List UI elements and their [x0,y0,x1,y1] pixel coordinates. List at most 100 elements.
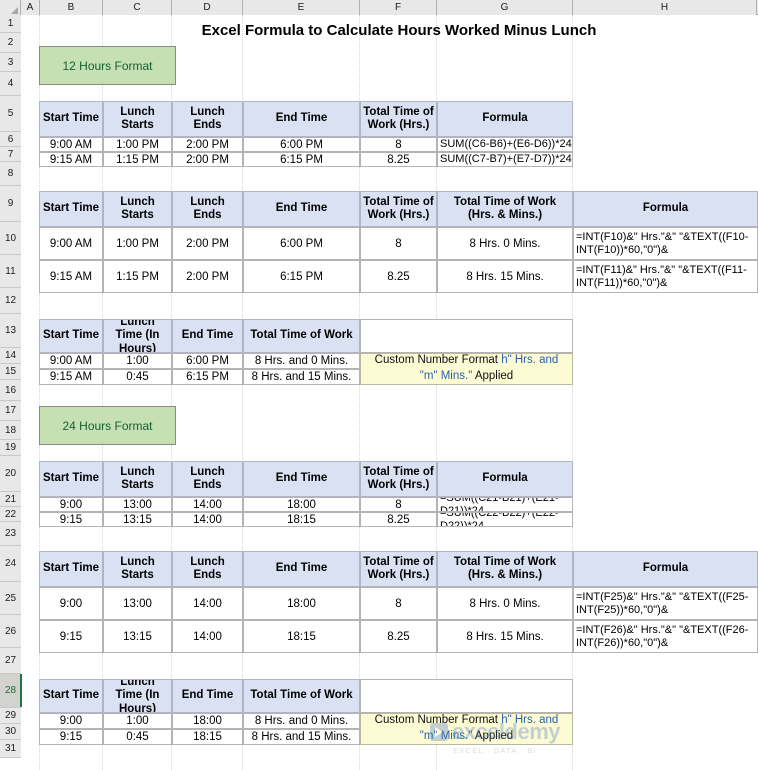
row-header-31[interactable]: 31 [0,740,21,758]
cell-total-hours[interactable]: 8.25 [360,620,437,653]
cell-start-time[interactable]: 9:15 AM [39,260,103,293]
cell-lunch-starts[interactable]: 13:15 [103,512,172,527]
cell-lunch-starts[interactable]: 13:15 [103,620,172,653]
cell-start-time[interactable]: 9:15 [39,729,103,745]
cell-lunch-ends[interactable]: 14:00 [172,587,243,620]
cell-lunch-starts[interactable]: 13:00 [103,497,172,512]
cell-formula[interactable]: =INT(F25)&" Hrs."&" "&TEXT((F25-INT(F25)… [573,587,758,620]
cell-end-time[interactable]: 6:15 PM [172,369,243,385]
cell-start-time[interactable]: 9:00 AM [39,227,103,260]
cell-formula[interactable]: SUM((C7-B7)+(E7-D7))*24 [437,152,573,167]
row-header-7[interactable]: 7 [0,147,21,162]
row-header-9[interactable]: 9 [0,186,21,222]
cell-start-time[interactable]: 9:15 [39,512,103,527]
row-header-28[interactable]: 28 [0,674,22,708]
cell-total-hrs-mins[interactable]: 8 Hrs. 0 Mins. [437,587,573,620]
cell-total-hours[interactable]: 8 [360,137,437,152]
row-header-27[interactable]: 27 [0,648,21,674]
cell-total-of-work[interactable]: 8 Hrs. and 0 Mins. [243,713,360,729]
cell-lunch-ends[interactable]: 2:00 PM [172,152,243,167]
row-header-14[interactable]: 14 [0,348,21,364]
row-header-29[interactable]: 29 [0,708,21,724]
cell-end-time[interactable]: 6:00 PM [172,353,243,369]
cell-total-of-work[interactable]: 8 Hrs. and 0 Mins. [243,353,360,369]
cell-start-time[interactable]: 9:00 AM [39,353,103,369]
row-header-10[interactable]: 10 [0,222,21,255]
cell-total-hours[interactable]: 8 [360,497,437,512]
select-all-corner[interactable] [0,0,21,15]
cell-total-hours[interactable]: 8.25 [360,260,437,293]
cell-end-time[interactable]: 6:00 PM [243,227,360,260]
row-header-5[interactable]: 5 [0,96,21,132]
row-header-17[interactable]: 17 [0,401,21,421]
cell-lunch-time[interactable]: 0:45 [103,369,172,385]
cell-start-time[interactable]: 9:15 AM [39,369,103,385]
row-header-12[interactable]: 12 [0,288,21,314]
cell-total-hours[interactable]: 8.25 [360,152,437,167]
row-header-2[interactable]: 2 [0,33,21,53]
cell-formula[interactable]: =INT(F11)&" Hrs."&" "&TEXT((F11-INT(F11)… [573,260,758,293]
row-header-16[interactable]: 16 [0,380,21,401]
cell-lunch-ends[interactable]: 14:00 [172,620,243,653]
cell-end-time[interactable]: 6:15 PM [243,260,360,293]
row-header-23[interactable]: 23 [0,522,21,546]
cell-start-time[interactable]: 9:00 [39,713,103,729]
row-header-20[interactable]: 20 [0,456,21,492]
row-header-6[interactable]: 6 [0,132,21,147]
column-header-E[interactable]: E [243,0,360,15]
row-header-19[interactable]: 19 [0,440,21,456]
column-header-B[interactable]: B [40,0,103,15]
cell-lunch-ends[interactable]: 14:00 [172,497,243,512]
column-header-F[interactable]: F [360,0,437,15]
cell-total-hours[interactable]: 8 [360,587,437,620]
row-header-30[interactable]: 30 [0,724,21,740]
cell-start-time[interactable]: 9:00 [39,497,103,512]
cell-lunch-starts[interactable]: 1:15 PM [103,152,172,167]
cell-end-time[interactable]: 18:00 [243,587,360,620]
cell-lunch-time[interactable]: 1:00 [103,713,172,729]
column-header-C[interactable]: C [103,0,172,15]
cell-end-time[interactable]: 18:15 [172,729,243,745]
cell-formula[interactable]: SUM((C6-B6)+(E6-D6))*24 [437,137,573,152]
cell-start-time[interactable]: 9:15 AM [39,152,103,167]
row-header-25[interactable]: 25 [0,582,21,615]
column-header-D[interactable]: D [172,0,243,15]
cell-formula[interactable]: =INT(F26)&" Hrs."&" "&TEXT((F26-INT(F26)… [573,620,758,653]
cell-end-time[interactable]: 18:15 [243,512,360,527]
column-header-H[interactable]: H [573,0,757,15]
cell-total-hrs-mins[interactable]: 8 Hrs. 15 Mins. [437,620,573,653]
cell-lunch-ends[interactable]: 2:00 PM [172,227,243,260]
row-header-13[interactable]: 13 [0,314,21,348]
row-header-15[interactable]: 15 [0,364,21,380]
row-header-3[interactable]: 3 [0,53,21,72]
cell-total-of-work[interactable]: 8 Hrs. and 15 Mins. [243,369,360,385]
cell-formula[interactable]: =SUM((C22-B22)+(E22-D22))*24 [437,512,573,527]
cell-start-time[interactable]: 9:00 [39,587,103,620]
cell-total-hrs-mins[interactable]: 8 Hrs. 0 Mins. [437,227,573,260]
row-header-4[interactable]: 4 [0,72,21,96]
row-header-8[interactable]: 8 [0,162,21,186]
column-header-A[interactable]: A [21,0,40,15]
cell-end-time[interactable]: 6:00 PM [243,137,360,152]
cell-formula[interactable]: =SUM((C21-B21)+(E21-D21))*24 [437,497,573,512]
cell-lunch-starts[interactable]: 1:00 PM [103,227,172,260]
cell-total-hours[interactable]: 8 [360,227,437,260]
cell-lunch-time[interactable]: 0:45 [103,729,172,745]
row-header-1[interactable]: 1 [0,15,21,33]
cell-lunch-ends[interactable]: 2:00 PM [172,260,243,293]
row-header-22[interactable]: 22 [0,507,21,522]
cell-start-time[interactable]: 9:00 AM [39,137,103,152]
cell-lunch-starts[interactable]: 1:15 PM [103,260,172,293]
cell-end-time[interactable]: 18:00 [243,497,360,512]
column-header-G[interactable]: G [437,0,573,15]
cell-total-hrs-mins[interactable]: 8 Hrs. 15 Mins. [437,260,573,293]
row-header-11[interactable]: 11 [0,255,21,288]
cell-end-time[interactable]: 18:15 [243,620,360,653]
cell-start-time[interactable]: 9:15 [39,620,103,653]
cell-lunch-time[interactable]: 1:00 [103,353,172,369]
cell-lunch-ends[interactable]: 14:00 [172,512,243,527]
row-header-26[interactable]: 26 [0,615,21,648]
cell-end-time[interactable]: 6:15 PM [243,152,360,167]
cell-end-time[interactable]: 18:00 [172,713,243,729]
cell-formula[interactable]: =INT(F10)&" Hrs."&" "&TEXT((F10-INT(F10)… [573,227,758,260]
